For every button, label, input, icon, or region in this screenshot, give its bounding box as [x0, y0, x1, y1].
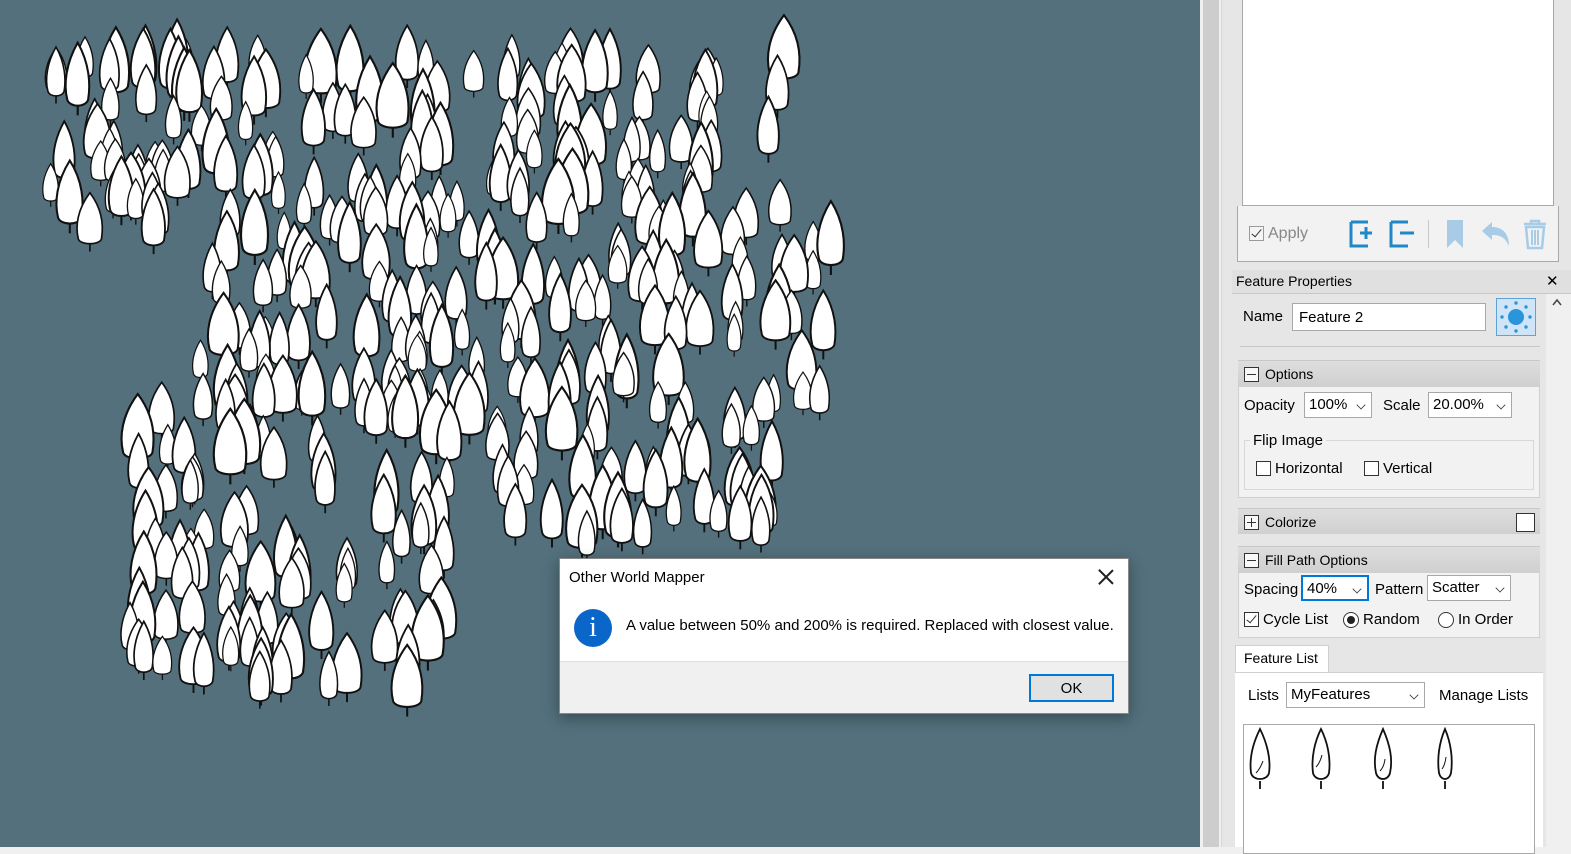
tree-brush — [378, 540, 396, 590]
undo-icon[interactable] — [1478, 218, 1512, 250]
chevron-down-icon — [1496, 400, 1506, 410]
apply-label: Apply — [1268, 225, 1309, 242]
tree-brush — [297, 349, 327, 426]
properties-divider — [1240, 346, 1540, 347]
vertical-label: Vertical — [1383, 460, 1433, 477]
bookmark-icon[interactable] — [1442, 218, 1468, 250]
pattern-value: Scatter — [1432, 579, 1480, 596]
tree-scatter — [42, 13, 845, 717]
spacing-value: 40% — [1307, 580, 1338, 597]
opacity-label: Opacity — [1244, 397, 1295, 414]
feature-properties-title: Feature Properties — [1236, 273, 1352, 289]
random-radio[interactable] — [1343, 612, 1359, 628]
flip-image-label: Flip Image — [1250, 432, 1327, 449]
pattern-label: Pattern — [1375, 581, 1424, 598]
scroll-up-icon[interactable] — [1551, 296, 1563, 308]
fill-path-section-header[interactable]: Fill Path Options — [1238, 546, 1540, 572]
tree-brush — [767, 178, 792, 232]
add-feature-icon[interactable] — [1348, 218, 1378, 250]
name-label: Name — [1243, 308, 1284, 325]
feature-thumbnails[interactable] — [1243, 724, 1535, 854]
remove-feature-icon[interactable] — [1388, 218, 1418, 250]
collapse-icon[interactable] — [1244, 367, 1259, 382]
options-title: Options — [1265, 366, 1314, 382]
tree-brush — [539, 477, 564, 548]
colorize-checkbox[interactable] — [1516, 513, 1535, 532]
close-icon[interactable] — [1096, 567, 1116, 587]
tree-3-icon[interactable] — [1370, 727, 1396, 791]
options-section-header[interactable]: Options — [1238, 360, 1540, 386]
info-icon: i — [574, 609, 612, 647]
tree-brush — [816, 199, 845, 275]
tree-4-icon[interactable] — [1434, 727, 1456, 791]
horizontal-label: Horizontal — [1275, 460, 1343, 477]
lists-select[interactable]: MyFeatures — [1286, 682, 1425, 708]
fill-path-title: Fill Path Options — [1265, 552, 1368, 568]
trash-icon[interactable] — [1520, 218, 1550, 250]
dialog-title: Other World Mapper — [569, 569, 705, 586]
tree-brush — [152, 635, 173, 681]
apply-checkbox[interactable] — [1249, 226, 1264, 241]
dialog-footer: OK — [560, 661, 1128, 713]
ok-button[interactable]: OK — [1029, 674, 1114, 702]
vertical-checkbox[interactable] — [1364, 461, 1379, 476]
spacing-label: Spacing — [1244, 581, 1299, 598]
tree-brush — [665, 484, 682, 532]
tree-2-icon[interactable] — [1308, 727, 1334, 791]
tree-1-icon[interactable] — [1247, 727, 1273, 791]
lists-label: Lists — [1248, 687, 1279, 704]
sun-icon — [1500, 301, 1532, 333]
message-dialog: Other World Mapper i A value between 50%… — [559, 558, 1129, 714]
tree-brush — [462, 49, 485, 98]
tree-brush — [809, 288, 837, 360]
tree-brush — [285, 302, 311, 369]
tree-brush — [632, 497, 653, 555]
tree-brush — [330, 362, 351, 415]
cycle-list-checkbox[interactable] — [1244, 612, 1259, 627]
horizontal-checkbox[interactable] — [1256, 461, 1271, 476]
expand-icon[interactable] — [1244, 515, 1259, 530]
name-input[interactable]: Feature 2 — [1292, 303, 1486, 331]
dialog-message: A value between 50% and 200% is required… — [626, 617, 1114, 634]
in-order-label: In Order — [1458, 611, 1514, 628]
feature-list-tab-label: Feature List — [1244, 650, 1318, 666]
spacing-select[interactable]: 40% — [1301, 575, 1369, 601]
chevron-down-icon — [1352, 584, 1362, 594]
chevron-down-icon — [1409, 690, 1419, 700]
chevron-down-icon — [1495, 583, 1505, 593]
close-panel-icon[interactable]: ✕ — [1546, 272, 1559, 290]
tree-brush — [239, 187, 270, 265]
panel-scrollbar[interactable] — [1546, 294, 1571, 847]
opacity-value: 100% — [1309, 396, 1348, 413]
tree-brush — [649, 128, 667, 179]
scale-select[interactable]: 20.00% — [1428, 392, 1512, 418]
history-list[interactable] — [1242, 0, 1554, 206]
map-canvas[interactable] — [0, 0, 1200, 847]
tree-brush — [192, 372, 214, 427]
in-order-radio[interactable] — [1438, 612, 1454, 628]
chevron-down-icon — [1356, 400, 1366, 410]
tree-brush — [152, 588, 179, 647]
lists-value: MyFeatures — [1291, 686, 1371, 703]
random-label: Random — [1363, 611, 1420, 628]
toolbar-divider — [1428, 220, 1429, 248]
colorize-section-header[interactable]: Colorize — [1238, 508, 1540, 534]
scale-label: Scale — [1383, 397, 1421, 414]
opacity-select[interactable]: 100% — [1304, 392, 1372, 418]
scale-value: 20.00% — [1433, 396, 1484, 413]
feature-preview-button[interactable] — [1496, 298, 1536, 336]
scrollbar-thumb[interactable] — [1203, 0, 1219, 847]
colorize-title: Colorize — [1265, 514, 1317, 530]
cycle-list-label: Cycle List — [1263, 611, 1329, 628]
tree-brush — [308, 589, 335, 660]
pattern-select[interactable]: Scatter — [1427, 575, 1511, 601]
collapse-icon[interactable] — [1244, 553, 1259, 568]
manage-lists-link[interactable]: Manage Lists — [1439, 687, 1528, 704]
tree-brush — [45, 45, 66, 104]
tree-brush — [602, 89, 618, 136]
